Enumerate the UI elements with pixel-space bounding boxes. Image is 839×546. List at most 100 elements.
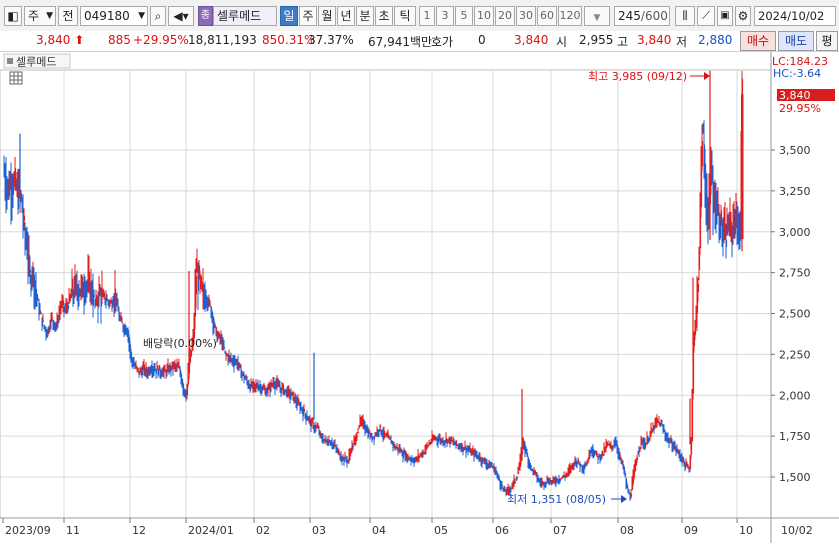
- candle-body: [224, 350, 227, 352]
- table-icon[interactable]: [9, 71, 23, 85]
- average-button[interactable]: 평: [816, 31, 838, 51]
- x-tick-label: 06: [495, 524, 509, 537]
- count-field[interactable]: 245/600: [614, 6, 670, 26]
- price-chart[interactable]: 1,500 1,750 2,000 2,250 2,500 2,750 3,000 3,250…: [0, 52, 839, 543]
- candle-body: [697, 284, 700, 292]
- candle-body: [626, 484, 629, 488]
- period-tab-tick[interactable]: 틱: [394, 6, 416, 26]
- settings-gear-icon[interactable]: ⚙: [735, 6, 751, 26]
- bid-price: 3,840: [514, 33, 549, 47]
- x-tick-label: 2024/01: [188, 524, 234, 537]
- candle-body: [319, 431, 322, 433]
- candle-body: [357, 431, 360, 433]
- market-label: 주: [28, 9, 40, 23]
- interval-20[interactable]: 20: [495, 6, 515, 26]
- stock-code-input[interactable]: 049180 ▼: [80, 6, 148, 26]
- interval-120[interactable]: 120: [558, 6, 582, 26]
- open-label: 시: [556, 35, 568, 49]
- interval-3[interactable]: 3: [436, 6, 454, 26]
- period-tab-year[interactable]: 년: [337, 6, 355, 26]
- candle-body: [62, 300, 65, 306]
- interval-30[interactable]: 30: [516, 6, 536, 26]
- y-tick-label: 3,250: [779, 185, 811, 198]
- candle-body: [383, 430, 386, 435]
- period-tab-minute[interactable]: 분: [356, 6, 374, 26]
- x-tick-label: 10: [739, 524, 753, 537]
- candle-body: [725, 239, 728, 247]
- save-icon[interactable]: ▣: [717, 6, 733, 26]
- stock-badge-icon: 종: [198, 6, 213, 26]
- sell-button[interactable]: 매도: [778, 31, 814, 51]
- y-tick-label: 2,250: [779, 348, 811, 361]
- interval-5[interactable]: 5: [455, 6, 473, 26]
- y-tick-label: 1,750: [779, 430, 811, 443]
- high-label: 고: [617, 35, 629, 49]
- hoga-value: 0: [478, 33, 486, 47]
- buy-button[interactable]: 매수: [740, 31, 776, 51]
- interval-dropdown[interactable]: ▼: [584, 6, 610, 26]
- chart-menu-icon[interactable]: ◧: [4, 6, 22, 26]
- interval-60[interactable]: 60: [537, 6, 557, 26]
- x-tick-label: 04: [372, 524, 386, 537]
- candle-body: [619, 455, 622, 457]
- candle-body: [137, 368, 140, 370]
- chevron-down-icon[interactable]: ▼: [138, 7, 145, 25]
- period-tab-day[interactable]: 일: [280, 6, 298, 26]
- count-value: 245: [618, 9, 641, 23]
- candle-body: [141, 370, 144, 376]
- candle-body: [356, 436, 359, 438]
- candle-body: [103, 292, 106, 298]
- interval-10[interactable]: 10: [474, 6, 494, 26]
- y-tick-label: 2,000: [779, 389, 811, 402]
- candle-body: [334, 444, 337, 446]
- line-tool-icon[interactable]: ⟋: [697, 6, 715, 26]
- candle-body: [691, 393, 694, 442]
- y-tick-label: 3,000: [779, 226, 811, 239]
- candle-body: [701, 140, 704, 167]
- candle-body: [373, 436, 376, 440]
- period-tab-month[interactable]: 월: [318, 6, 336, 26]
- x-tick-label: 08: [620, 524, 634, 537]
- y-tick-label: 1,500: [779, 471, 811, 484]
- date-input[interactable]: 2024/10/02: [754, 6, 836, 26]
- last-pct-label: 29.95%: [779, 102, 821, 115]
- candle-body: [29, 269, 32, 273]
- stock-name-field[interactable]: 셀루메드: [213, 6, 277, 26]
- candle-body: [209, 303, 212, 305]
- search-icon[interactable]: ⌕: [150, 6, 166, 26]
- candle-type-icon[interactable]: ⫼: [675, 6, 695, 26]
- speaker-icon[interactable]: ◀▾: [168, 6, 194, 26]
- trade-amount: 67,941백만: [368, 35, 433, 49]
- low-price: 2,880: [698, 33, 733, 47]
- candle-body: [514, 481, 517, 483]
- interval-1[interactable]: 1: [419, 6, 435, 26]
- candle-body: [338, 451, 341, 453]
- candle-body: [20, 193, 23, 198]
- market-select[interactable]: 주 ▼: [24, 6, 56, 26]
- candle-body: [407, 456, 410, 458]
- candle-body: [455, 440, 458, 445]
- candle-body: [741, 94, 744, 240]
- scope-button[interactable]: 전: [58, 6, 78, 26]
- candle-body: [698, 255, 701, 270]
- current-price-value: 3,840: [36, 33, 71, 47]
- candle-body: [343, 458, 346, 462]
- candle-body: [587, 461, 590, 463]
- last-price-label: 3,840: [779, 89, 811, 102]
- x-tick-label: 05: [434, 524, 448, 537]
- high-annotation: 최고 3,985 (09/12): [588, 70, 687, 83]
- candle-body: [352, 445, 355, 447]
- candle-body: [690, 442, 693, 455]
- low-label: 저: [676, 35, 688, 49]
- x-tick-label: 02: [256, 524, 270, 537]
- candle-body: [195, 275, 198, 295]
- period-tab-second[interactable]: 초: [375, 6, 393, 26]
- hc-label: HC:-3.64: [773, 67, 821, 80]
- candle-body: [155, 369, 158, 374]
- candle-body: [51, 317, 54, 319]
- price-chart-svg[interactable]: 1,500 1,750 2,000 2,250 2,500 2,750 3,000 3,250…: [0, 52, 839, 543]
- period-tab-week[interactable]: 주: [299, 6, 317, 26]
- y-tick-label: 2,500: [779, 308, 811, 321]
- stock-code-value: 049180: [84, 9, 130, 23]
- open-price: 2,955: [579, 33, 614, 47]
